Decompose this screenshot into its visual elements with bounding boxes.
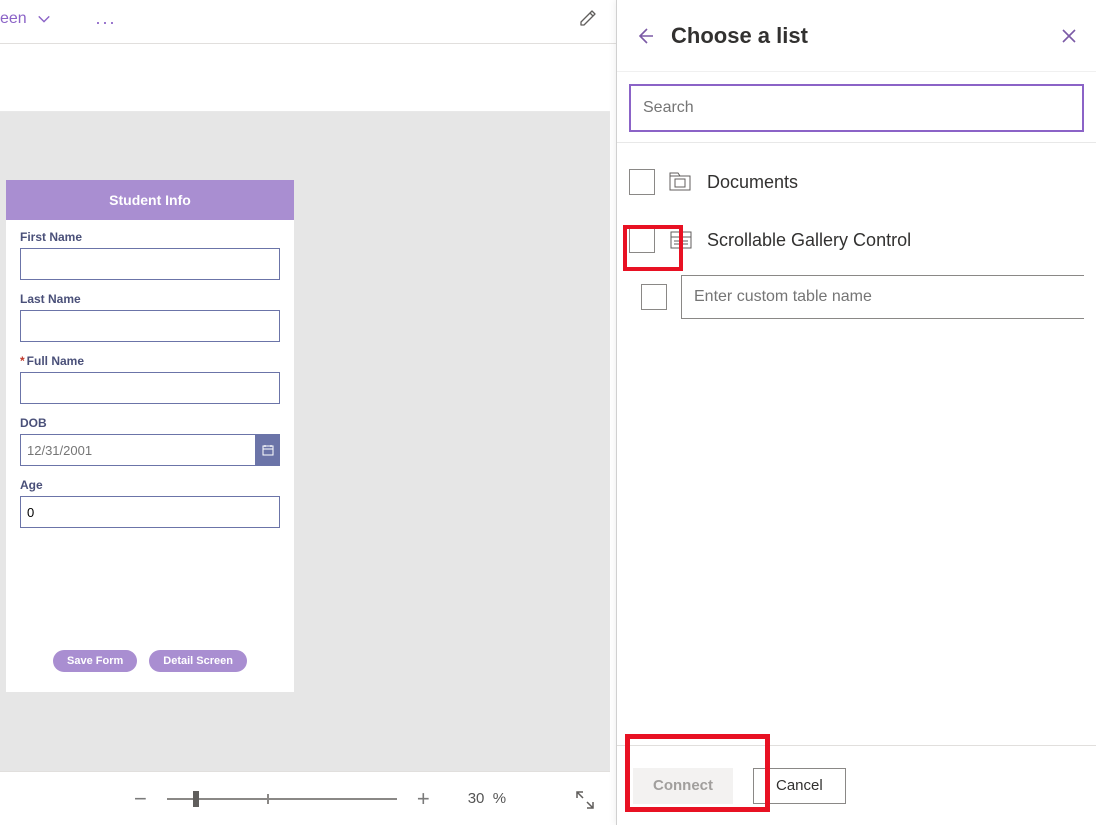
age-label: Age <box>20 478 280 492</box>
panel-title: Choose a list <box>671 23 1060 49</box>
full-name-label: *Full Name <box>20 354 280 368</box>
full-name-label-text: Full Name <box>27 354 84 368</box>
back-arrow-icon[interactable] <box>635 26 655 46</box>
zoom-in-button[interactable]: + <box>403 786 444 812</box>
save-form-button[interactable]: Save Form <box>53 650 137 672</box>
zoom-value-number: 30 <box>468 790 485 807</box>
formula-bar-area <box>0 44 610 112</box>
list-item-label: Scrollable Gallery Control <box>707 230 911 251</box>
list-item-documents[interactable]: Documents <box>629 153 1084 211</box>
zoom-slider-track <box>167 798 397 800</box>
list-item-label: Documents <box>707 172 798 193</box>
screen-dropdown[interactable]: een <box>0 10 51 28</box>
pencil-icon[interactable] <box>578 8 598 28</box>
first-name-input[interactable] <box>20 248 280 280</box>
form-card-title: Student Info <box>6 180 294 220</box>
zoom-bar: − + 30 % <box>0 771 610 825</box>
required-star-icon: * <box>20 354 25 368</box>
full-name-input[interactable] <box>20 372 280 404</box>
dob-label: DOB <box>20 416 280 430</box>
zoom-out-button[interactable]: − <box>120 786 161 812</box>
last-name-label: Last Name <box>20 292 280 306</box>
screen-dropdown-label: een <box>0 10 27 28</box>
checkbox-documents[interactable] <box>629 169 655 195</box>
age-input[interactable] <box>20 496 280 528</box>
cancel-button[interactable]: Cancel <box>753 768 846 804</box>
zoom-value-unit: % <box>493 790 506 807</box>
doclib-icon <box>669 172 693 192</box>
connect-button[interactable]: Connect <box>633 768 733 804</box>
dob-input[interactable] <box>20 434 256 466</box>
more-menu-icon[interactable]: ··· <box>95 12 116 33</box>
checkbox-custom-table[interactable] <box>641 284 667 310</box>
zoom-slider-thumb[interactable] <box>193 791 199 807</box>
custom-table-row <box>629 269 1084 319</box>
list-icon <box>669 230 693 250</box>
list-item-scrollable-gallery[interactable]: Scrollable Gallery Control <box>629 211 1084 269</box>
custom-table-input[interactable] <box>681 275 1084 319</box>
search-input[interactable] <box>629 84 1084 132</box>
zoom-value: 30 % <box>468 790 506 807</box>
checkbox-scrollable-gallery[interactable] <box>629 227 655 253</box>
zoom-slider-tick <box>267 794 269 804</box>
first-name-label: First Name <box>20 230 280 244</box>
fit-to-screen-icon[interactable] <box>574 789 596 811</box>
choose-list-panel: Choose a list Documents Scrollable <box>616 0 1096 825</box>
chevron-down-icon <box>37 12 51 26</box>
detail-screen-button[interactable]: Detail Screen <box>149 650 247 672</box>
zoom-slider[interactable] <box>167 787 397 811</box>
form-card: Student Info First Name Last Name *Full … <box>6 180 294 692</box>
close-icon[interactable] <box>1060 27 1078 45</box>
calendar-icon[interactable] <box>256 434 280 466</box>
last-name-input[interactable] <box>20 310 280 342</box>
